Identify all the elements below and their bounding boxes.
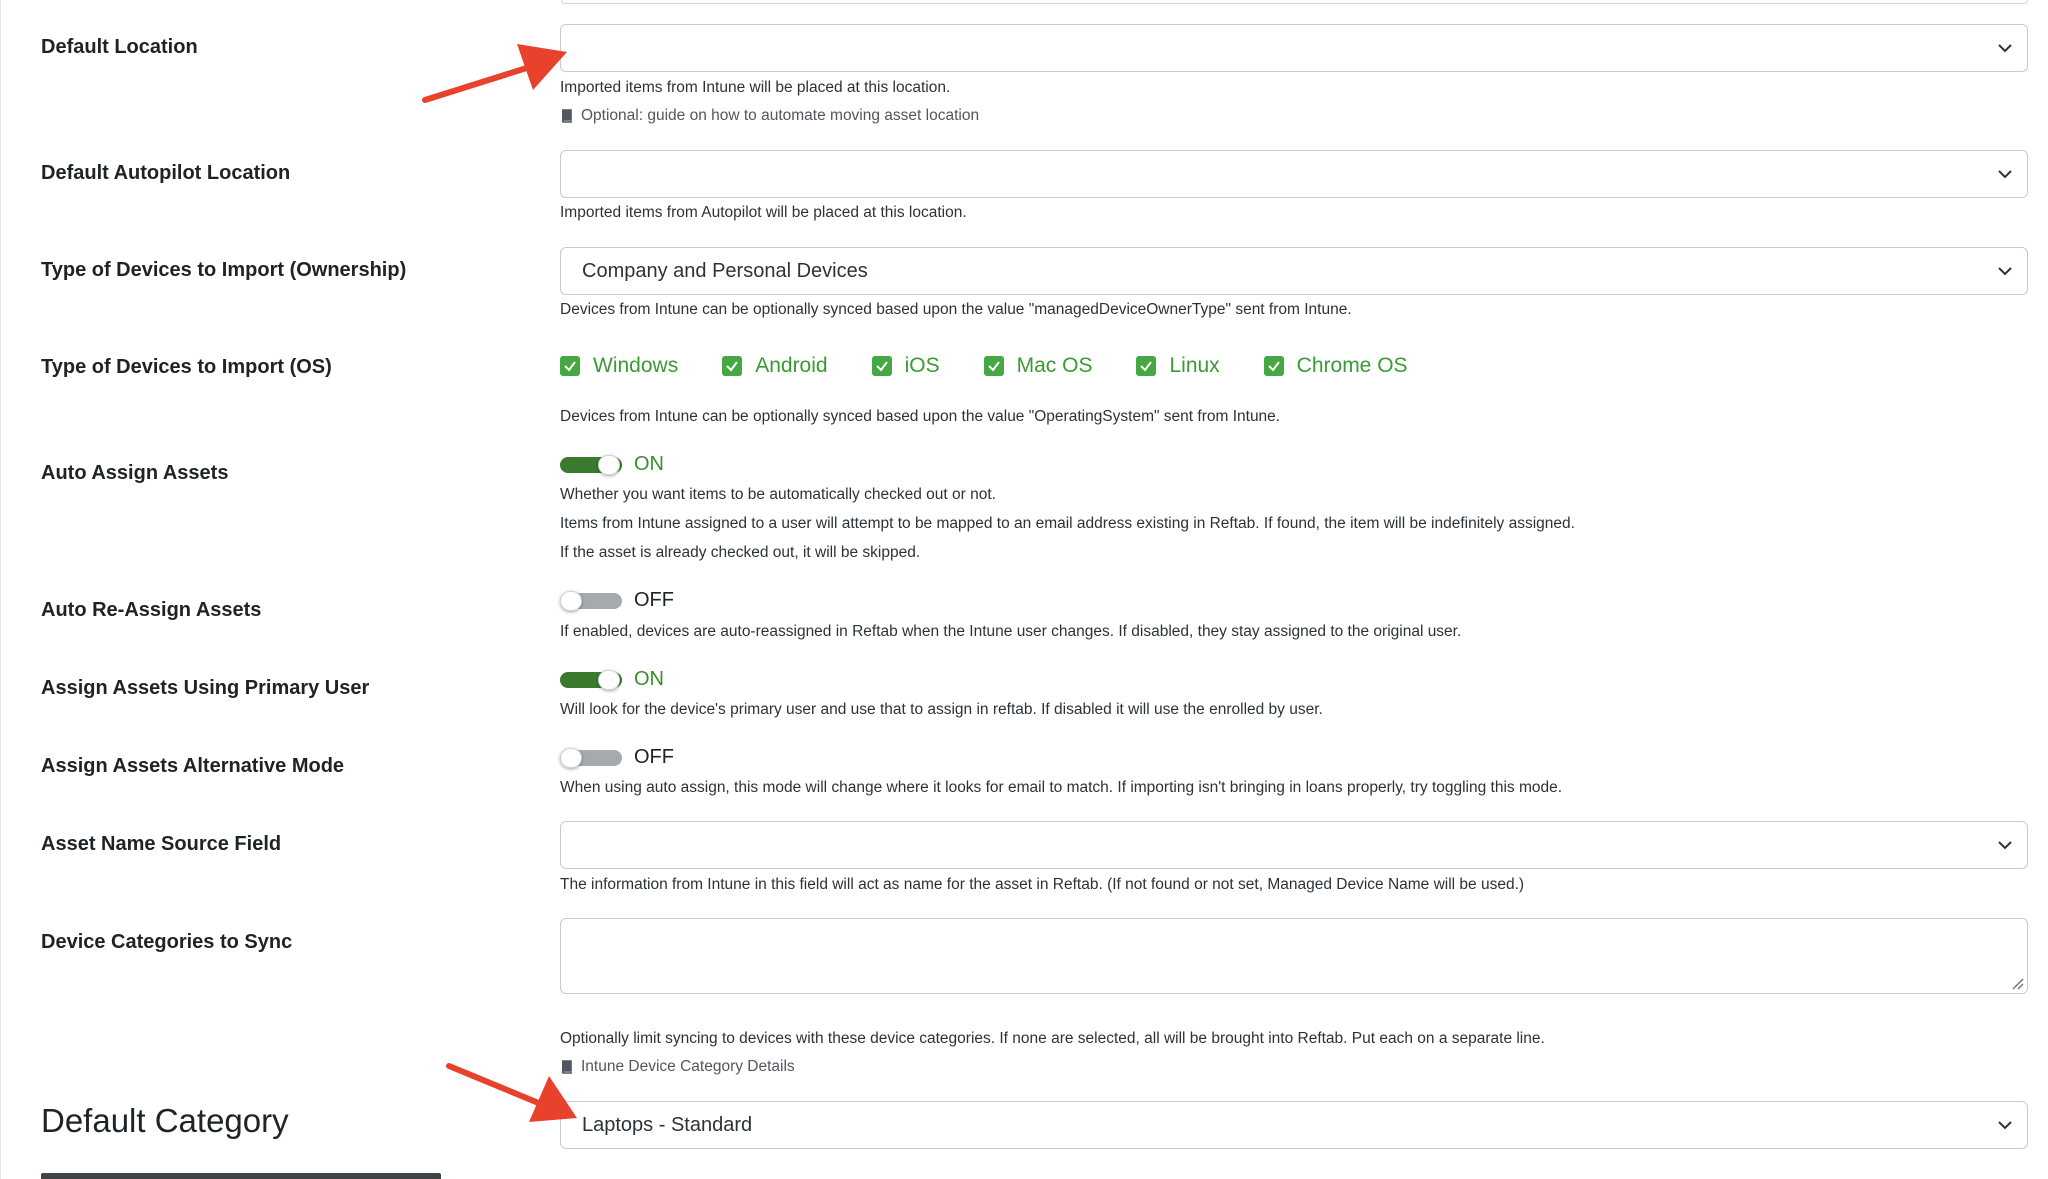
chevron-down-icon: [1998, 267, 2012, 276]
default-category-select[interactable]: Laptops - Standard: [560, 1101, 2028, 1149]
device-category-details-link[interactable]: Intune Device Category Details: [560, 1058, 795, 1076]
default-location-select[interactable]: [560, 24, 2028, 72]
auto-reassign-state: OFF: [634, 589, 674, 611]
os-option-linux[interactable]: Linux: [1136, 354, 1220, 378]
os-option-macos[interactable]: Mac OS: [983, 354, 1093, 378]
ownership-value: Company and Personal Devices: [582, 259, 868, 282]
checkbox-checked-icon[interactable]: [983, 356, 1004, 376]
auto-assign-state: ON: [634, 453, 664, 475]
auto-reassign-help: If enabled, devices are auto-reassigned …: [560, 623, 1462, 640]
default-autopilot-location-select[interactable]: [560, 150, 2028, 198]
previous-field-edge: [561, 0, 2028, 4]
next-section-heading-cut: [41, 1171, 461, 1179]
alternative-mode-help: When using auto assign, this mode will c…: [560, 779, 1563, 796]
book-icon: [561, 1060, 572, 1074]
checkbox-checked-icon[interactable]: [1136, 356, 1157, 376]
alternative-mode-state: OFF: [634, 746, 674, 768]
auto-assign-help-3: If the asset is already checked out, it …: [560, 544, 921, 561]
default-category-label: Default Category: [41, 1102, 289, 1139]
ownership-help: Devices from Intune can be optionally sy…: [560, 301, 1352, 318]
asset-name-source-label: Asset Name Source Field: [41, 833, 282, 855]
alternative-mode-label: Assign Assets Alternative Mode: [41, 755, 345, 777]
alternative-mode-toggle-row: OFF: [560, 746, 674, 769]
asset-name-source-help: The information from Intune in this fiel…: [560, 876, 1525, 893]
resize-grip-icon[interactable]: [2010, 976, 2024, 990]
device-categories-textarea[interactable]: [560, 918, 2028, 994]
primary-user-toggle[interactable]: [560, 669, 622, 690]
annotation-arrow-icon: [422, 44, 567, 103]
ownership-select[interactable]: Company and Personal Devices: [560, 247, 2028, 295]
os-option-android[interactable]: Android: [722, 354, 828, 378]
asset-name-source-select[interactable]: [560, 821, 2028, 869]
default-autopilot-location-help: Imported items from Autopilot will be pl…: [560, 204, 967, 221]
device-category-details-text: Intune Device Category Details: [581, 1058, 795, 1075]
os-option-label: Chrome OS: [1296, 354, 1408, 377]
auto-assign-toggle-row: ON: [560, 453, 664, 476]
automate-location-guide-text: Optional: guide on how to automate movin…: [581, 107, 980, 124]
auto-assign-toggle[interactable]: [560, 454, 622, 475]
os-option-label: Windows: [593, 354, 679, 377]
os-option-label: iOS: [904, 354, 940, 377]
checkbox-checked-icon[interactable]: [1263, 356, 1284, 376]
toggle-knob: [598, 669, 620, 690]
default-autopilot-location-label: Default Autopilot Location: [41, 162, 291, 184]
os-help: Devices from Intune can be optionally sy…: [560, 408, 1281, 425]
chevron-down-icon: [1998, 44, 2012, 53]
chevron-down-icon: [1998, 1121, 2012, 1130]
toggle-knob: [560, 747, 582, 768]
primary-user-help: Will look for the device's primary user …: [560, 701, 1323, 718]
book-icon: [561, 109, 572, 123]
checkbox-checked-icon[interactable]: [871, 356, 892, 376]
ownership-label: Type of Devices to Import (Ownership): [41, 259, 407, 281]
os-option-label: Linux: [1169, 354, 1220, 377]
checkbox-checked-icon[interactable]: [722, 356, 743, 376]
device-categories-label: Device Categories to Sync: [41, 931, 293, 953]
os-option-windows[interactable]: Windows: [560, 354, 678, 378]
primary-user-state: ON: [634, 668, 664, 690]
os-option-chromeos[interactable]: Chrome OS: [1263, 354, 1408, 378]
default-location-label: Default Location: [41, 36, 198, 58]
auto-assign-help-2: Items from Intune assigned to a user wil…: [560, 515, 1575, 532]
auto-reassign-toggle-row: OFF: [560, 589, 674, 612]
auto-reassign-label: Auto Re-Assign Assets: [41, 599, 262, 621]
device-categories-help: Optionally limit syncing to devices with…: [560, 1030, 1545, 1047]
chevron-down-icon: [1998, 841, 2012, 850]
toggle-knob: [560, 590, 582, 611]
alternative-mode-toggle[interactable]: [560, 747, 622, 768]
os-option-label: Android: [755, 354, 828, 377]
chevron-down-icon: [1998, 170, 2012, 179]
os-label: Type of Devices to Import (OS): [41, 356, 332, 378]
settings-panel: Default Location Imported items from Int…: [0, 0, 2048, 1179]
auto-assign-label: Auto Assign Assets: [41, 462, 229, 484]
os-option-ios[interactable]: iOS: [871, 354, 940, 378]
default-category-value: Laptops - Standard: [582, 1113, 753, 1136]
checkbox-checked-icon[interactable]: [560, 356, 580, 376]
toggle-knob: [598, 454, 620, 475]
default-location-help: Imported items from Intune will be place…: [560, 79, 951, 96]
auto-assign-help-1: Whether you want items to be automatical…: [560, 486, 996, 503]
os-checkbox-group: Windows Android iOS Mac OS Linux Chrome …: [560, 354, 1452, 378]
automate-location-guide-link[interactable]: Optional: guide on how to automate movin…: [560, 107, 979, 125]
os-option-label: Mac OS: [1016, 354, 1093, 377]
auto-reassign-toggle[interactable]: [560, 590, 622, 611]
primary-user-label: Assign Assets Using Primary User: [41, 677, 370, 699]
primary-user-toggle-row: ON: [560, 668, 664, 691]
